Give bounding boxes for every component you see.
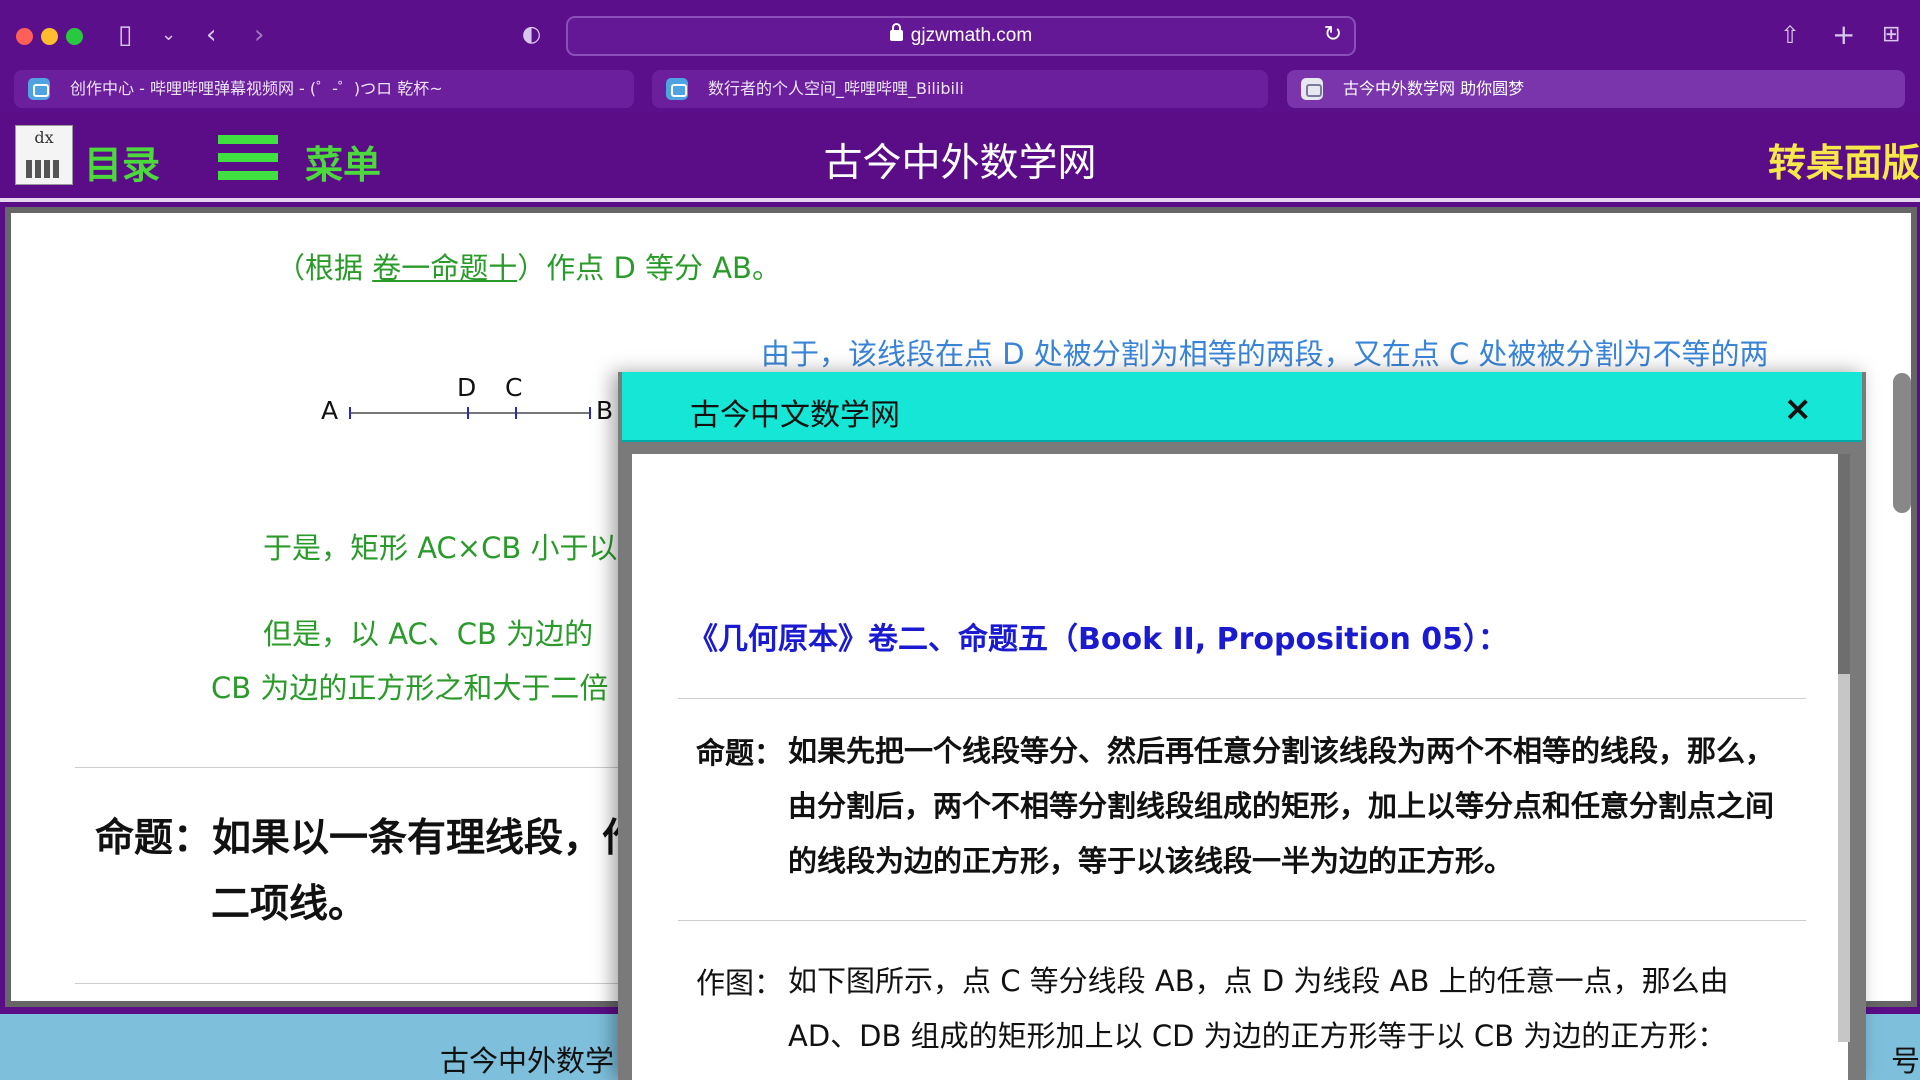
- close-window-button[interactable]: [16, 28, 33, 45]
- divider: [678, 920, 1806, 921]
- construction-suffix: ）作点 D 等分 AB。: [517, 251, 781, 285]
- tick-d: [467, 407, 469, 419]
- construction-label: 作图：: [696, 966, 784, 1000]
- close-icon[interactable]: ×: [1784, 389, 1813, 429]
- construction-line: （根据 卷一命题十）作点 D 等分 AB。: [276, 245, 781, 287]
- point-a-label: A: [321, 396, 339, 425]
- tab-gjzwmath[interactable]: 古今中外数学网 助你圆梦: [1287, 70, 1905, 108]
- share-icon[interactable]: ⇧: [1780, 18, 1800, 52]
- tab-label: 创作中心 - 哔哩哔哩弹幕视频网 - (゜-゜)つロ 乾杯~: [70, 79, 443, 98]
- sidebar-icon[interactable]: ▯: [118, 18, 132, 52]
- proposition-text: 如果先把一个线段等分、然后再任意分割该线段为两个不相等的线段，那么，由分割后，两…: [788, 734, 1775, 878]
- tab-label: 数行者的个人空间_哔哩哔哩_Bilibili: [708, 79, 964, 98]
- desktop-version-link[interactable]: 转桌面版: [1768, 132, 1920, 187]
- reload-icon[interactable]: ↻: [1324, 22, 1342, 47]
- bilibili-icon: [666, 78, 688, 100]
- zoom-window-button[interactable]: [66, 28, 83, 45]
- square-sum-line: CB 为边的正方形之和大于二倍: [211, 671, 609, 705]
- footer-text: 古今中外数学: [440, 1044, 615, 1078]
- chevron-down-icon[interactable]: ⌄: [161, 18, 176, 52]
- tab-bilibili-space[interactable]: 数行者的个人空间_哔哩哔哩_Bilibili: [652, 70, 1268, 108]
- dialog-body: 《几何原本》卷二、命题五（Book II, Proposition 05）： 命…: [632, 454, 1848, 1080]
- bilibili-icon: [28, 78, 50, 100]
- minimize-window-button[interactable]: [41, 28, 58, 45]
- segment-ab: [349, 412, 591, 414]
- dialog-scroll-thumb[interactable]: [1838, 454, 1850, 674]
- dialog-header: 古今中文数学网 ×: [622, 372, 1862, 442]
- book-heading: 《几何原本》卷二、命题五（Book II, Proposition 05）：: [688, 622, 1509, 657]
- tab-overview-icon[interactable]: ⊞: [1882, 18, 1900, 52]
- url-text: gjzwmath.com: [910, 25, 1033, 46]
- site-title: 古今中外数学网: [823, 141, 1097, 186]
- dialog-title: 古今中文数学网: [690, 398, 900, 433]
- proposition-line-2: 二项线。: [211, 882, 368, 927]
- proposition-line-1: 命题：如果以一条有理线段，作: [95, 816, 642, 861]
- tick-c: [515, 407, 517, 419]
- construction-text: 如下图所示，点 C 等分线段 AB，点 D 为线段 AB 上的任意一点，那么由 …: [788, 964, 1729, 1053]
- tab-label: 古今中外数学网 助你圆梦: [1343, 79, 1525, 98]
- proposition-link[interactable]: 卷一命题十: [372, 251, 517, 285]
- lock-icon: [889, 23, 903, 41]
- dialog-scrollbar[interactable]: [1838, 454, 1850, 1042]
- new-tab-icon[interactable]: +: [1832, 18, 1855, 52]
- divider: [75, 767, 635, 768]
- but-line: 但是，以 AC、CB 为边的: [263, 617, 594, 651]
- tab-bilibili-creator[interactable]: 创作中心 - 哔哩哔哩弹幕视频网 - (゜-゜)つロ 乾杯~: [14, 70, 634, 108]
- point-b-label: B: [596, 396, 614, 425]
- back-icon[interactable]: ‹: [206, 18, 216, 52]
- privacy-shield-icon[interactable]: ◐: [522, 18, 541, 52]
- construction-prefix: （根据: [276, 251, 373, 285]
- divider: [678, 698, 1806, 699]
- point-c-label: C: [505, 373, 523, 402]
- site-favicon: [1301, 78, 1323, 100]
- site-header: dx 目录 菜单 古今中外数学网 转桌面版: [0, 112, 1920, 202]
- browser-toolbar: ▯ ⌄ ‹ › ◐ gjzwmath.com ↻ ⇧ + ⊞: [0, 0, 1920, 70]
- conclusion-line: 于是，矩形 AC×CB 小于以: [263, 531, 618, 565]
- proposition-label: 命题：: [696, 736, 784, 770]
- divider: [75, 983, 635, 984]
- point-d-label: D: [457, 373, 477, 402]
- page-scrollbar[interactable]: [1893, 373, 1911, 513]
- tick-b: [589, 407, 591, 419]
- tab-strip: 创作中心 - 哔哩哔哩弹幕视频网 - (゜-゜)つロ 乾杯~ 数行者的个人空间_…: [0, 70, 1920, 112]
- forward-icon[interactable]: ›: [254, 18, 264, 52]
- address-bar[interactable]: gjzwmath.com ↻: [566, 16, 1356, 56]
- tick-a: [349, 407, 351, 419]
- url-display[interactable]: gjzwmath.com: [568, 23, 1354, 47]
- footer-right-text: 号: [1890, 1044, 1920, 1078]
- proposition-dialog: 古今中文数学网 × 《几何原本》卷二、命题五（Book II, Proposit…: [618, 372, 1866, 1080]
- explanation-line: 由于，该线段在点 D 处被分割为相等的两段，又在点 C 处被被分割为不等的两: [761, 337, 1769, 371]
